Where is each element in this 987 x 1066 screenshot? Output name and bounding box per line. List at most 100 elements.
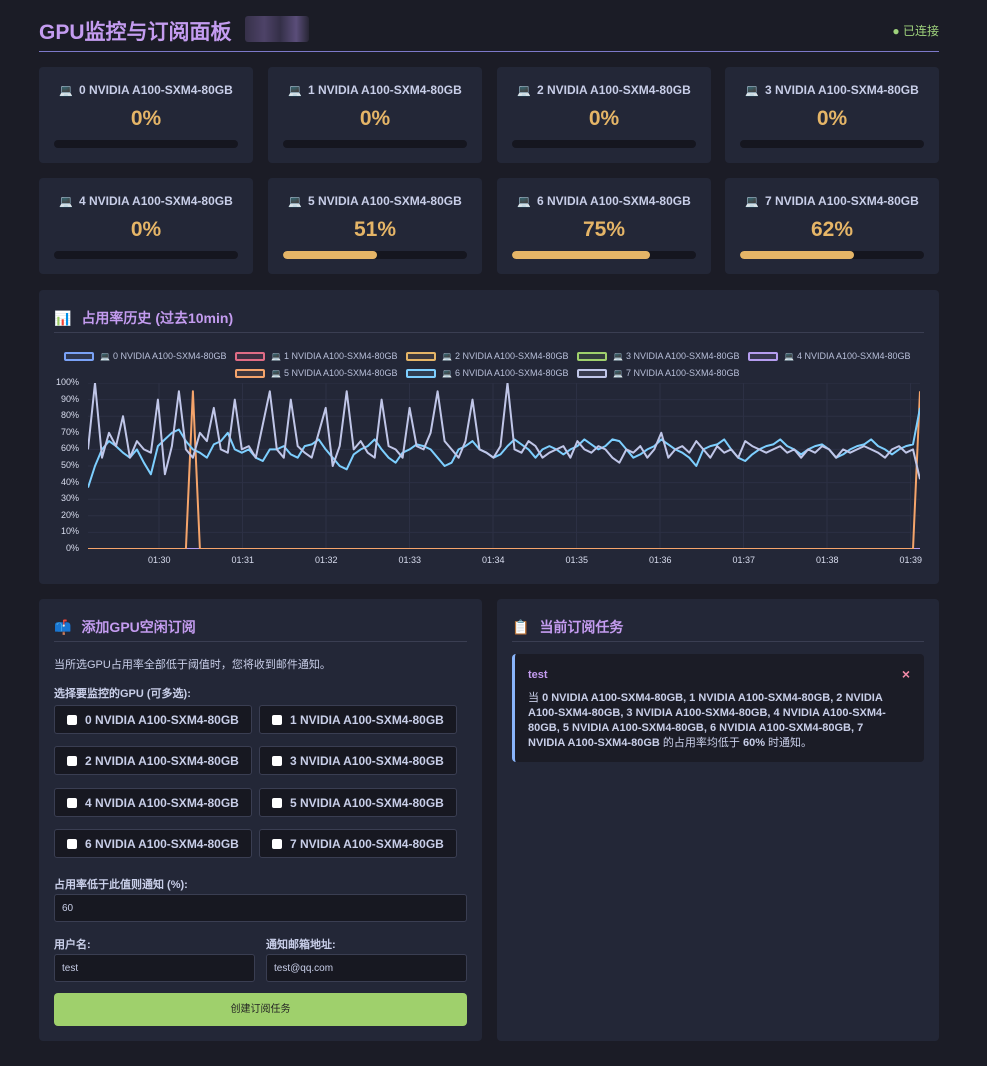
legend-swatch <box>748 351 778 361</box>
gpu-name: 7 NVIDIA A100-SXM4-80GB <box>764 194 919 208</box>
gpu-card-0: 💻 0 NVIDIA A100-SXM4-80GB 0% <box>39 67 253 163</box>
gpu-checkbox-2[interactable]: 2 NVIDIA A100-SXM4-80GB <box>54 746 252 775</box>
legend-label: 3 NVIDIA A100-SXM4-80GB <box>625 351 740 361</box>
laptop-icon: 💻 <box>517 85 531 97</box>
gpu-name: 6 NVIDIA A100-SXM4-80GB <box>536 194 691 208</box>
gpu-checkbox-4[interactable]: 4 NVIDIA A100-SXM4-80GB <box>54 788 252 817</box>
task-desc-mid: 的占用率均低于 <box>659 737 743 749</box>
legend-item[interactable]: 💻 1 NVIDIA A100-SXM4-80GB <box>235 351 398 361</box>
gpu-usage-bar <box>740 140 924 148</box>
username-label: 用户名: <box>54 939 91 951</box>
checkbox-label: 6 NVIDIA A100-SXM4-80GB <box>85 836 239 851</box>
gpu-usage-percent: 0% <box>130 107 162 130</box>
create-subscription-button[interactable]: 创建订阅任务 <box>54 993 467 1026</box>
gpu-checkbox-7[interactable]: 7 NVIDIA A100-SXM4-80GB <box>259 829 457 858</box>
laptop-icon: 💻 <box>288 85 302 97</box>
clipboard-icon: 📋 <box>512 619 530 635</box>
y-tick-label: 30% <box>60 493 79 504</box>
checkbox[interactable] <box>272 714 282 725</box>
gpu-usage-percent: 0% <box>359 107 391 130</box>
threshold-input[interactable]: 60 <box>54 894 467 922</box>
gpu-checkbox-6[interactable]: 6 NVIDIA A100-SXM4-80GB <box>54 829 252 858</box>
legend-item[interactable]: 💻 7 NVIDIA A100-SXM4-80GB <box>577 368 740 378</box>
gpu-name: 2 NVIDIA A100-SXM4-80GB <box>536 83 691 97</box>
gpu-checkbox-3[interactable]: 3 NVIDIA A100-SXM4-80GB <box>259 746 457 775</box>
series-line-7 <box>88 383 920 480</box>
history-panel: 📊 占用率历史 (过去10min) 💻 0 NVIDIA A100-SXM4-80G… <box>39 290 939 584</box>
legend-label: 5 NVIDIA A100-SXM4-80GB <box>283 368 398 378</box>
checkbox[interactable] <box>272 838 282 849</box>
y-tick-label: 40% <box>60 476 79 487</box>
x-tick-label: 01:37 <box>732 555 756 565</box>
x-tick-label: 01:31 <box>231 555 255 565</box>
legend-swatch <box>577 351 607 361</box>
checkbox[interactable] <box>272 797 282 808</box>
legend-label: 4 NVIDIA A100-SXM4-80GB <box>796 351 911 361</box>
checkbox-label: 0 NVIDIA A100-SXM4-80GB <box>85 712 239 727</box>
gpu-name: 1 NVIDIA A100-SXM4-80GB <box>307 83 462 97</box>
gpu-usage-percent: 51% <box>353 218 397 241</box>
username-input[interactable]: test <box>54 954 255 982</box>
checkbox-label: 2 NVIDIA A100-SXM4-80GB <box>85 753 239 768</box>
tasks-panel: 📋 当前订阅任务 test × 当 0 NVIDIA A100-SXM4-80GB… <box>497 599 939 1041</box>
laptop-icon: 💻 <box>271 368 281 378</box>
laptop-icon: 💻 <box>271 351 281 361</box>
checkbox[interactable] <box>272 755 282 766</box>
subscribe-description: 当所选GPU占用率全部低于阈值时，您将收到邮件通知。 <box>54 659 331 671</box>
laptop-icon: 💻 <box>59 85 73 97</box>
y-tick-label: 70% <box>60 426 79 437</box>
gpu-usage-bar-fill <box>283 251 377 259</box>
gpu-usage-percent: 0% <box>588 107 620 130</box>
gpu-checkbox-5[interactable]: 5 NVIDIA A100-SXM4-80GB <box>259 788 457 817</box>
gpu-checkbox-1[interactable]: 1 NVIDIA A100-SXM4-80GB <box>259 705 457 734</box>
task-name: test <box>528 669 548 681</box>
laptop-icon: 💻 <box>442 368 452 378</box>
email-input[interactable]: test@qq.com <box>266 954 467 982</box>
checkbox-label: 7 NVIDIA A100-SXM4-80GB <box>290 836 444 851</box>
checkbox[interactable] <box>67 714 77 725</box>
task-description: 当 0 NVIDIA A100-SXM4-80GB, 1 NVIDIA A100… <box>528 691 898 751</box>
checkbox[interactable] <box>67 797 77 808</box>
x-tick-label: 01:39 <box>899 555 923 565</box>
legend-item[interactable]: 💻 3 NVIDIA A100-SXM4-80GB <box>577 351 740 361</box>
legend-item[interactable]: 💻 2 NVIDIA A100-SXM4-80GB <box>406 351 569 361</box>
legend-item[interactable]: 💻 5 NVIDIA A100-SXM4-80GB <box>235 368 398 378</box>
gpu-card-7: 💻 7 NVIDIA A100-SXM4-80GB 62% <box>725 178 939 274</box>
laptop-icon: 💻 <box>59 196 73 208</box>
task-item: test × 当 0 NVIDIA A100-SXM4-80GB, 1 NVID… <box>512 654 924 762</box>
x-tick-label: 01:33 <box>398 555 422 565</box>
bar-chart-icon: 📊 <box>54 310 72 326</box>
laptop-icon: 💻 <box>517 196 531 208</box>
checkbox[interactable] <box>67 755 77 766</box>
legend-label: 2 NVIDIA A100-SXM4-80GB <box>454 351 569 361</box>
gpu-usage-bar <box>512 251 696 259</box>
divider <box>54 332 924 333</box>
gpu-usage-bar <box>54 251 238 259</box>
gpu-usage-percent: 0% <box>816 107 848 130</box>
page-title: GPU监控与订阅面板 <box>39 21 232 44</box>
y-tick-label: 90% <box>60 393 79 404</box>
header: GPU监控与订阅面板 ● 已连接 <box>39 14 939 52</box>
gpu-checkbox-0[interactable]: 0 NVIDIA A100-SXM4-80GB <box>54 705 252 734</box>
delete-task-button[interactable]: × <box>902 666 910 682</box>
legend-item[interactable]: 💻 4 NVIDIA A100-SXM4-80GB <box>748 351 911 361</box>
x-tick-label: 01:36 <box>649 555 672 565</box>
laptop-icon: 💻 <box>613 351 623 361</box>
x-tick-label: 01:35 <box>565 555 589 565</box>
legend-label: 7 NVIDIA A100-SXM4-80GB <box>625 368 740 378</box>
checkbox[interactable] <box>67 838 77 849</box>
threshold-label: 占用率低于此值则通知 (%): <box>54 879 188 891</box>
legend-item[interactable]: 💻 0 NVIDIA A100-SXM4-80GB <box>64 351 227 361</box>
x-tick-label: 01:30 <box>148 555 171 565</box>
tasks-title: 当前订阅任务 <box>539 619 624 635</box>
gpu-card-5: 💻 5 NVIDIA A100-SXM4-80GB 51% <box>268 178 482 274</box>
y-tick-label: 20% <box>60 509 79 520</box>
legend-item[interactable]: 💻 6 NVIDIA A100-SXM4-80GB <box>406 368 569 378</box>
x-tick-label: 01:38 <box>816 555 839 565</box>
usage-history-chart <box>88 383 920 549</box>
legend-swatch <box>235 351 265 361</box>
gpu-usage-bar <box>283 140 467 148</box>
gpu-name: 0 NVIDIA A100-SXM4-80GB <box>78 83 233 97</box>
legend-swatch <box>577 368 607 378</box>
gpu-usage-percent: 62% <box>810 218 854 241</box>
